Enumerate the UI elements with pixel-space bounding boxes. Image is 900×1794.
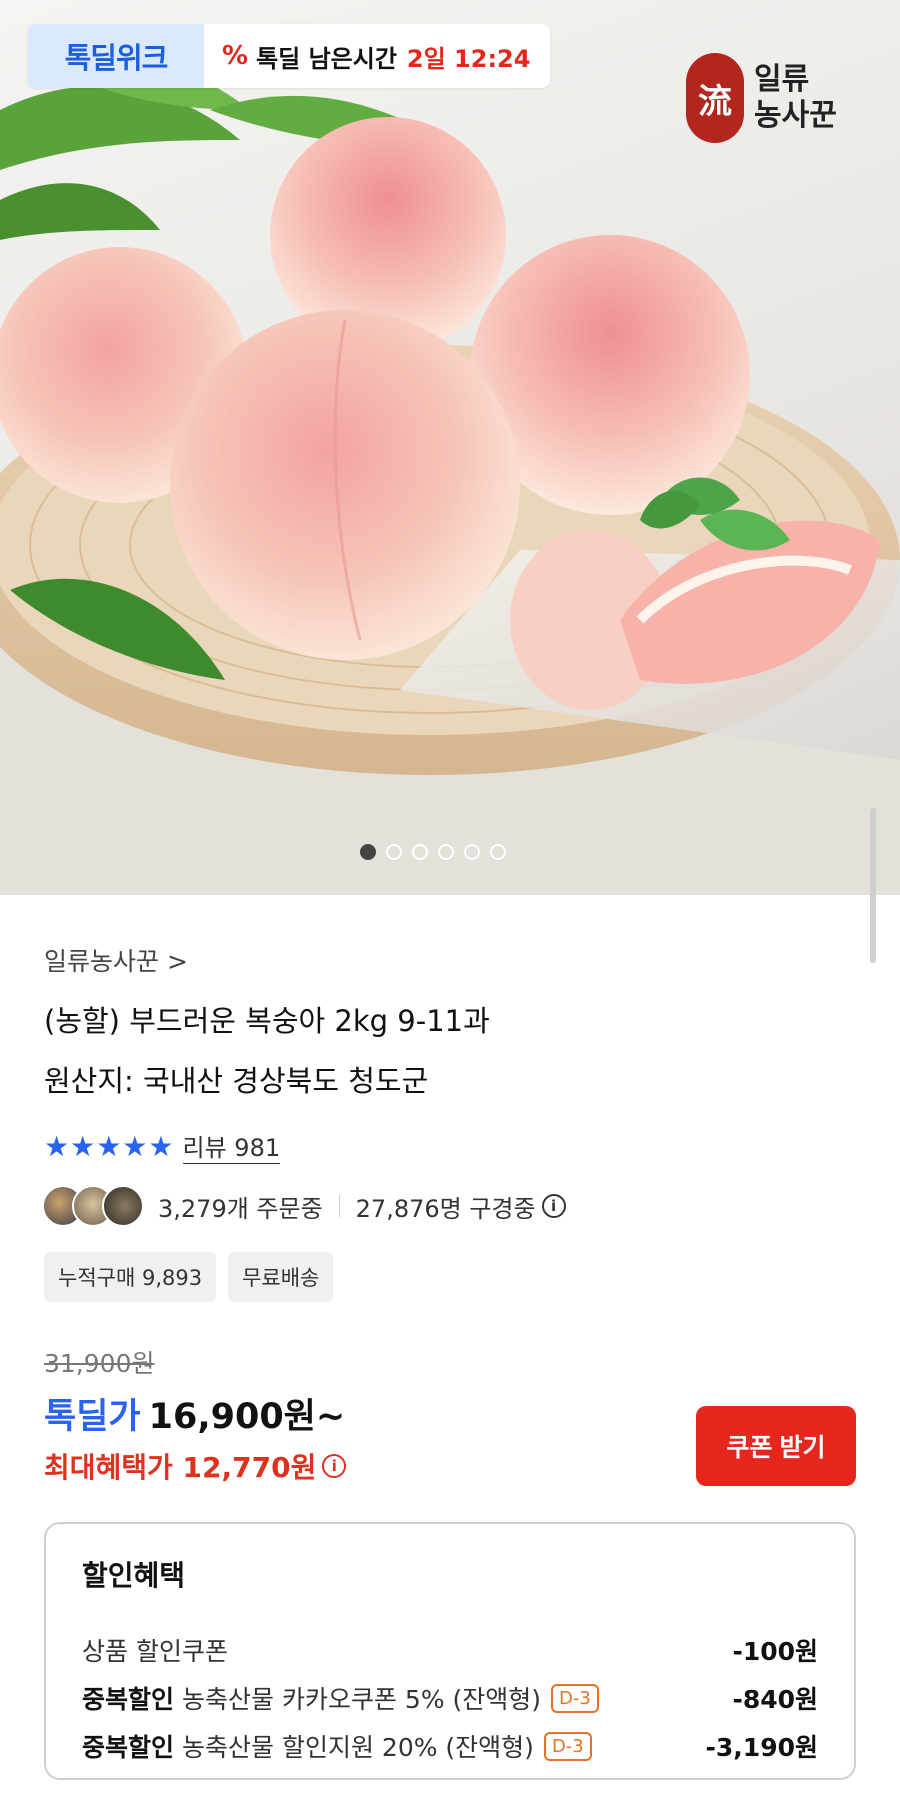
buyer-avatars xyxy=(42,1185,144,1227)
benefit-label: 상품 할인쿠폰 xyxy=(82,1637,228,1666)
logo-text-line1: 일류 xyxy=(754,62,810,97)
seal-logo-icon: 流 xyxy=(686,53,744,143)
product-image-carousel[interactable]: 톡딜위크 % 톡딜 남은시간 2일 12:24 流 일류 농사꾼 xyxy=(0,0,900,895)
cumulative-purchase-chip: 누적구매 9,893 xyxy=(44,1252,217,1302)
benefit-amount: -3,190원 xyxy=(705,1733,818,1762)
deal-brand-label: 톡딜위크 xyxy=(28,24,204,88)
carousel-dot[interactable] xyxy=(438,844,454,860)
benefits-title: 할인혜택 xyxy=(82,1559,186,1592)
benefit-label: 농축산물 카카오쿠폰 5% (잔액형) xyxy=(182,1685,542,1714)
product-origin: 원산지: 국내산 경상북도 청도군 xyxy=(44,1064,429,1098)
divider xyxy=(338,1195,340,1217)
scrollbar[interactable] xyxy=(870,808,876,963)
carousel-dot[interactable] xyxy=(386,844,402,860)
deal-price-row: 톡딜가 16,900원~ xyxy=(44,1388,345,1439)
benefit-label: 농축산물 할인지원 20% (잔액형) xyxy=(182,1733,534,1762)
seller-logo: 流 일류 농사꾼 xyxy=(686,48,856,148)
star-rating-icon: ★★★★★ xyxy=(44,1129,175,1163)
free-shipping-chip: 무료배송 xyxy=(228,1252,334,1302)
carousel-dot[interactable] xyxy=(360,844,376,860)
carousel-dot[interactable] xyxy=(412,844,428,860)
info-icon[interactable]: i xyxy=(541,1194,566,1218)
product-title: (농할) 부드러운 복숭아 2kg 9-11과 xyxy=(44,1004,490,1038)
deal-price-label: 톡딜가 xyxy=(44,1397,141,1437)
benefit-row: 중복할인 농축산물 카카오쿠폰 5% (잔액형) D-3 -840원 xyxy=(82,1678,818,1718)
order-status-row: 3,279개 주문중 27,876명 구경중 i xyxy=(42,1184,566,1228)
d-day-badge: D-3 xyxy=(551,1683,599,1713)
timer-value: 2일 12:24 xyxy=(406,44,531,73)
benefit-amount: -100원 xyxy=(732,1637,818,1666)
watching-count: 27,876명 구경중 xyxy=(355,1194,536,1223)
deal-price-value: 16,900원~ xyxy=(148,1397,346,1437)
percent-icon: % xyxy=(222,41,249,71)
benefit-type: 중복할인 xyxy=(82,1733,175,1762)
d-day-badge: D-3 xyxy=(543,1731,592,1761)
benefit-row: 상품 할인쿠폰 -100원 xyxy=(82,1630,818,1670)
discount-benefits-box: 할인혜택 상품 할인쿠폰 -100원 중복할인 농축산물 카카오쿠폰 5% (잔… xyxy=(44,1522,856,1780)
logo-text-line2: 농사꾼 xyxy=(754,98,837,133)
carousel-dot[interactable] xyxy=(490,844,506,860)
deal-timer: % 톡딜 남은시간 2일 12:24 xyxy=(204,39,530,74)
carousel-dot[interactable] xyxy=(464,844,480,860)
get-coupon-button[interactable]: 쿠폰 받기 xyxy=(696,1406,856,1486)
original-price: 31,900원 xyxy=(44,1349,155,1378)
timer-label: 톡딜 남은시간 xyxy=(256,44,397,73)
seller-link[interactable]: 일류농사꾼 > xyxy=(44,942,188,978)
product-chips: 누적구매 9,893 무료배송 xyxy=(44,1252,334,1302)
deal-week-banner[interactable]: 톡딜위크 % 톡딜 남은시간 2일 12:24 xyxy=(28,24,550,88)
orders-count: 3,279개 주문중 xyxy=(158,1194,323,1223)
max-benefit-price: 최대혜택가 12,770원 i xyxy=(44,1446,347,1486)
carousel-dots xyxy=(360,844,506,860)
avatar xyxy=(102,1185,144,1227)
benefit-row: 중복할인 농축산물 할인지원 20% (잔액형) D-3 -3,190원 xyxy=(82,1726,818,1766)
benefit-amount: -840원 xyxy=(732,1685,818,1714)
rating-row: ★★★★★ 리뷰 981 xyxy=(44,1128,281,1164)
benefit-type: 중복할인 xyxy=(82,1685,175,1714)
info-icon[interactable]: i xyxy=(322,1454,347,1478)
max-benefit-text: 최대혜택가 12,770원 xyxy=(44,1451,317,1484)
review-link[interactable]: 리뷰 981 xyxy=(182,1128,281,1164)
